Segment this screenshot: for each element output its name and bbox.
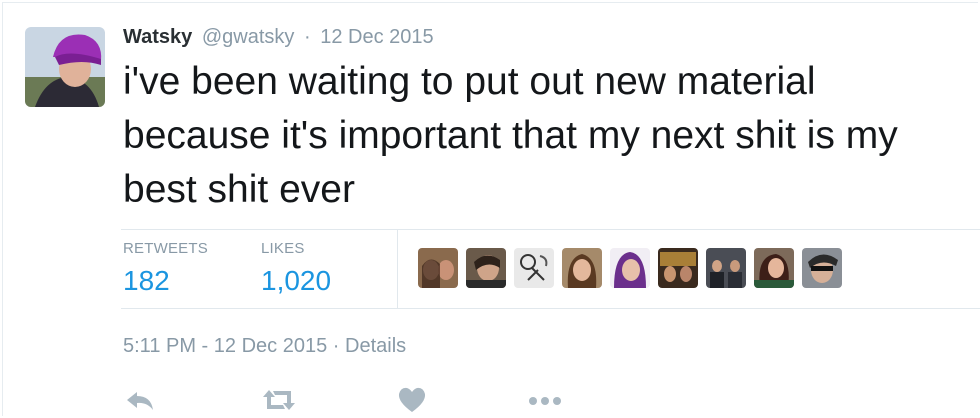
author-name[interactable]: Watsky: [123, 26, 192, 48]
details-link[interactable]: Details: [345, 335, 406, 357]
likes-label: LIKES: [261, 240, 305, 257]
liker-avatar[interactable]: [706, 248, 746, 288]
reply-icon: [127, 392, 153, 410]
retweets-count: 182: [123, 265, 170, 296]
likes-count: 1,020: [261, 265, 332, 296]
liker-avatar[interactable]: [802, 248, 842, 288]
heart-icon: [398, 387, 426, 412]
liker-photo-icon: [802, 248, 842, 288]
liker-photo-icon: [418, 248, 458, 288]
more-dots-icon: [529, 397, 561, 405]
liker-avatar[interactable]: [610, 248, 650, 288]
author-avatar[interactable]: [25, 27, 105, 107]
liker-avatar[interactable]: [466, 248, 506, 288]
tweet-card: Watsky @gwatsky · 12 Dec 2015 i've been …: [2, 2, 980, 417]
author-handle[interactable]: @gwatsky: [202, 26, 295, 48]
likes-stat[interactable]: LIKES 1,020: [261, 240, 331, 298]
avatar-photo-icon: [25, 27, 105, 107]
likers-avatars: [418, 248, 842, 288]
liker-photo-icon: [562, 248, 602, 288]
stats-divider: [397, 230, 398, 308]
meta-separator: ·: [332, 335, 340, 357]
retweet-button[interactable]: [259, 383, 299, 417]
liker-avatar[interactable]: [418, 248, 458, 288]
tweet-header: Watsky @gwatsky · 12 Dec 2015: [123, 23, 434, 51]
tweet-timestamp[interactable]: 5:11 PM - 12 Dec 2015: [123, 335, 327, 357]
liker-photo-icon: [610, 248, 650, 288]
tweet-stats: RETWEETS 182 LIKES 1,020: [121, 229, 980, 309]
retweets-stat[interactable]: RETWEETS 182: [123, 240, 208, 298]
retweet-icon: [263, 390, 295, 410]
tweet-meta: 5:11 PM - 12 Dec 2015 · Details: [123, 333, 406, 359]
tweet-date-link[interactable]: 12 Dec 2015: [320, 26, 433, 48]
retweets-label: RETWEETS: [123, 240, 208, 257]
liker-drawing-icon: [514, 248, 554, 288]
tweet-text: i've been waiting to put out new materia…: [123, 60, 898, 211]
liker-avatar[interactable]: [514, 248, 554, 288]
liker-avatar[interactable]: [658, 248, 698, 288]
reply-button[interactable]: [123, 383, 163, 417]
liker-avatar[interactable]: [754, 248, 794, 288]
like-button[interactable]: [395, 383, 435, 417]
liker-avatar[interactable]: [562, 248, 602, 288]
more-button[interactable]: [525, 383, 565, 417]
liker-photo-icon: [754, 248, 794, 288]
header-separator: ·: [303, 26, 311, 48]
liker-photo-icon: [658, 248, 698, 288]
liker-photo-icon: [466, 248, 506, 288]
liker-photo-icon: [706, 248, 746, 288]
